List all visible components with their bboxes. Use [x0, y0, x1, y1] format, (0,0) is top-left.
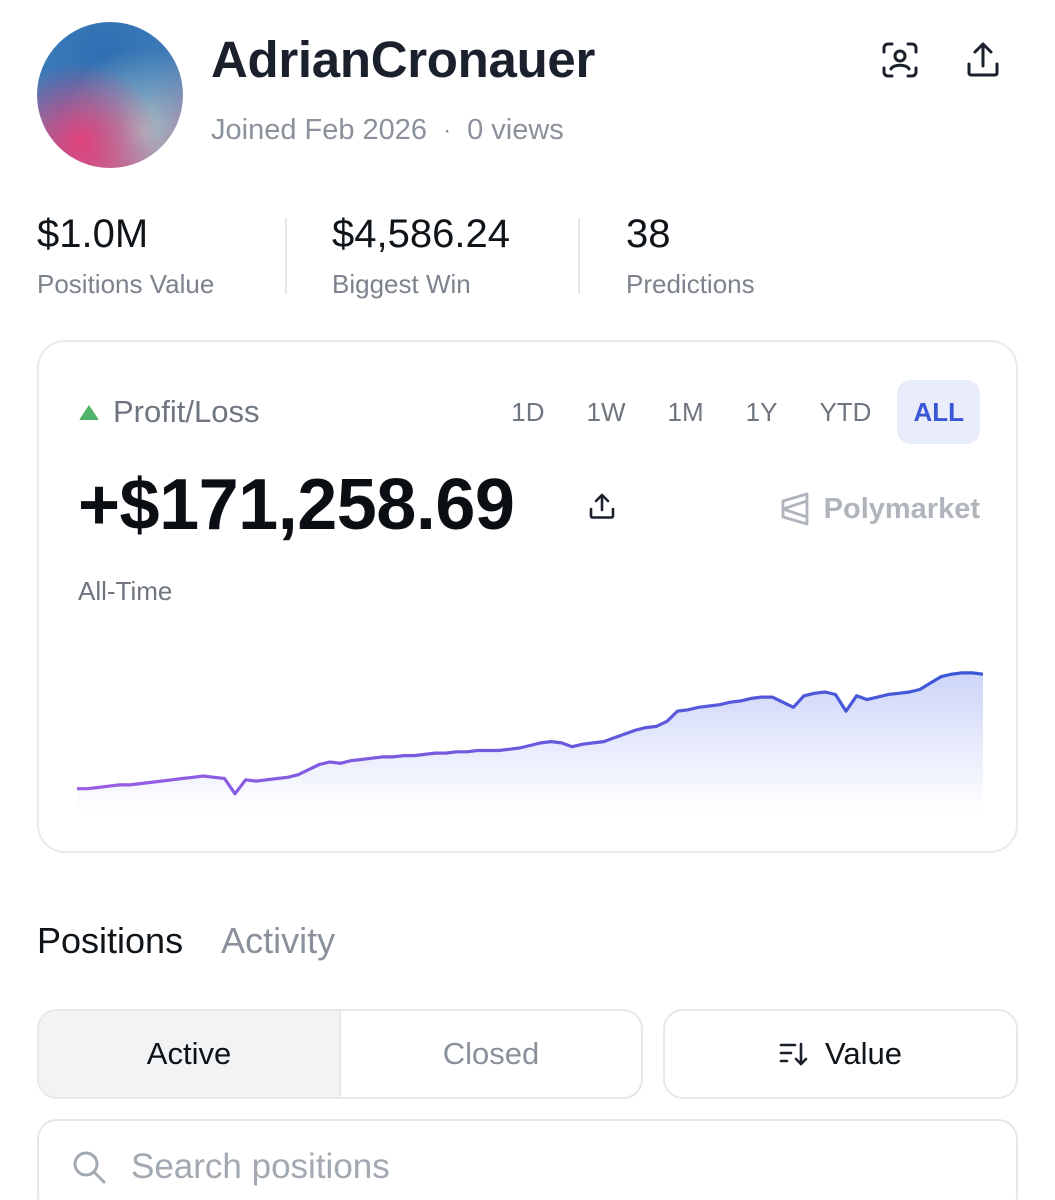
range-1w[interactable]: 1W [571, 380, 642, 444]
closed-filter-button[interactable]: Closed [341, 1011, 641, 1097]
biggest-win-value: $4,586.24 [332, 212, 510, 256]
tab-positions[interactable]: Positions [37, 920, 183, 962]
predictions-label: Predictions [626, 269, 755, 299]
positions-tabs: Positions Activity [37, 920, 335, 962]
search-bar [37, 1119, 1018, 1200]
avatar [37, 22, 183, 168]
chart-area [77, 672, 983, 812]
stat-predictions: 38 Predictions [626, 212, 755, 300]
meta-separator: · [443, 116, 452, 144]
active-filter-button[interactable]: Active [39, 1011, 341, 1097]
share-icon[interactable] [963, 40, 1003, 80]
stat-biggest-win: $4,586.24 Biggest Win [332, 212, 510, 300]
position-status-toggle: Active Closed [37, 1009, 643, 1099]
sort-value-button[interactable]: Value [663, 1009, 1018, 1099]
profit-loss-label: Profit/Loss [113, 394, 260, 429]
stat-positions-value: $1.0M Positions Value [37, 212, 214, 300]
triangle-up-icon [79, 404, 99, 420]
view-count: 0 views [467, 114, 564, 146]
biggest-win-label: Biggest Win [332, 269, 471, 299]
stats-divider [285, 218, 287, 294]
scan-profile-icon[interactable] [880, 40, 920, 80]
joined-date: Joined Feb 2026 [211, 114, 428, 146]
brand-name: Polymarket [823, 492, 980, 525]
share-pnl-icon[interactable] [586, 490, 618, 522]
sort-label: Value [825, 1036, 902, 1071]
range-1m[interactable]: 1M [652, 380, 720, 444]
profile-meta: Joined Feb 2026 · 0 views [211, 114, 564, 147]
tab-activity[interactable]: Activity [221, 920, 335, 962]
period-label: All-Time [78, 576, 173, 606]
range-selector: 1D 1W 1M 1Y YTD ALL [485, 380, 980, 444]
search-icon [73, 1151, 106, 1184]
username: AdrianCronauer [211, 31, 596, 88]
positions-value: $1.0M [37, 212, 149, 256]
profit-loss-value: +$171,258.69 [78, 465, 515, 545]
profit-loss-chart [77, 671, 983, 812]
range-all[interactable]: ALL [897, 380, 980, 444]
search-input[interactable] [131, 1147, 931, 1187]
profit-loss-header: Profit/Loss [79, 394, 259, 430]
range-1y[interactable]: 1Y [730, 380, 794, 444]
profit-loss-card: Profit/Loss 1D 1W 1M 1Y YTD ALL +$171,25… [37, 340, 1018, 853]
polymarket-logo-icon [781, 492, 809, 526]
sort-icon [779, 1042, 808, 1066]
range-ytd[interactable]: YTD [803, 380, 887, 444]
stats-divider [578, 218, 580, 294]
range-1d[interactable]: 1D [495, 380, 560, 444]
polymarket-brand: Polymarket [780, 492, 980, 526]
positions-value-label: Positions Value [37, 269, 215, 299]
predictions-value: 38 [626, 212, 671, 256]
